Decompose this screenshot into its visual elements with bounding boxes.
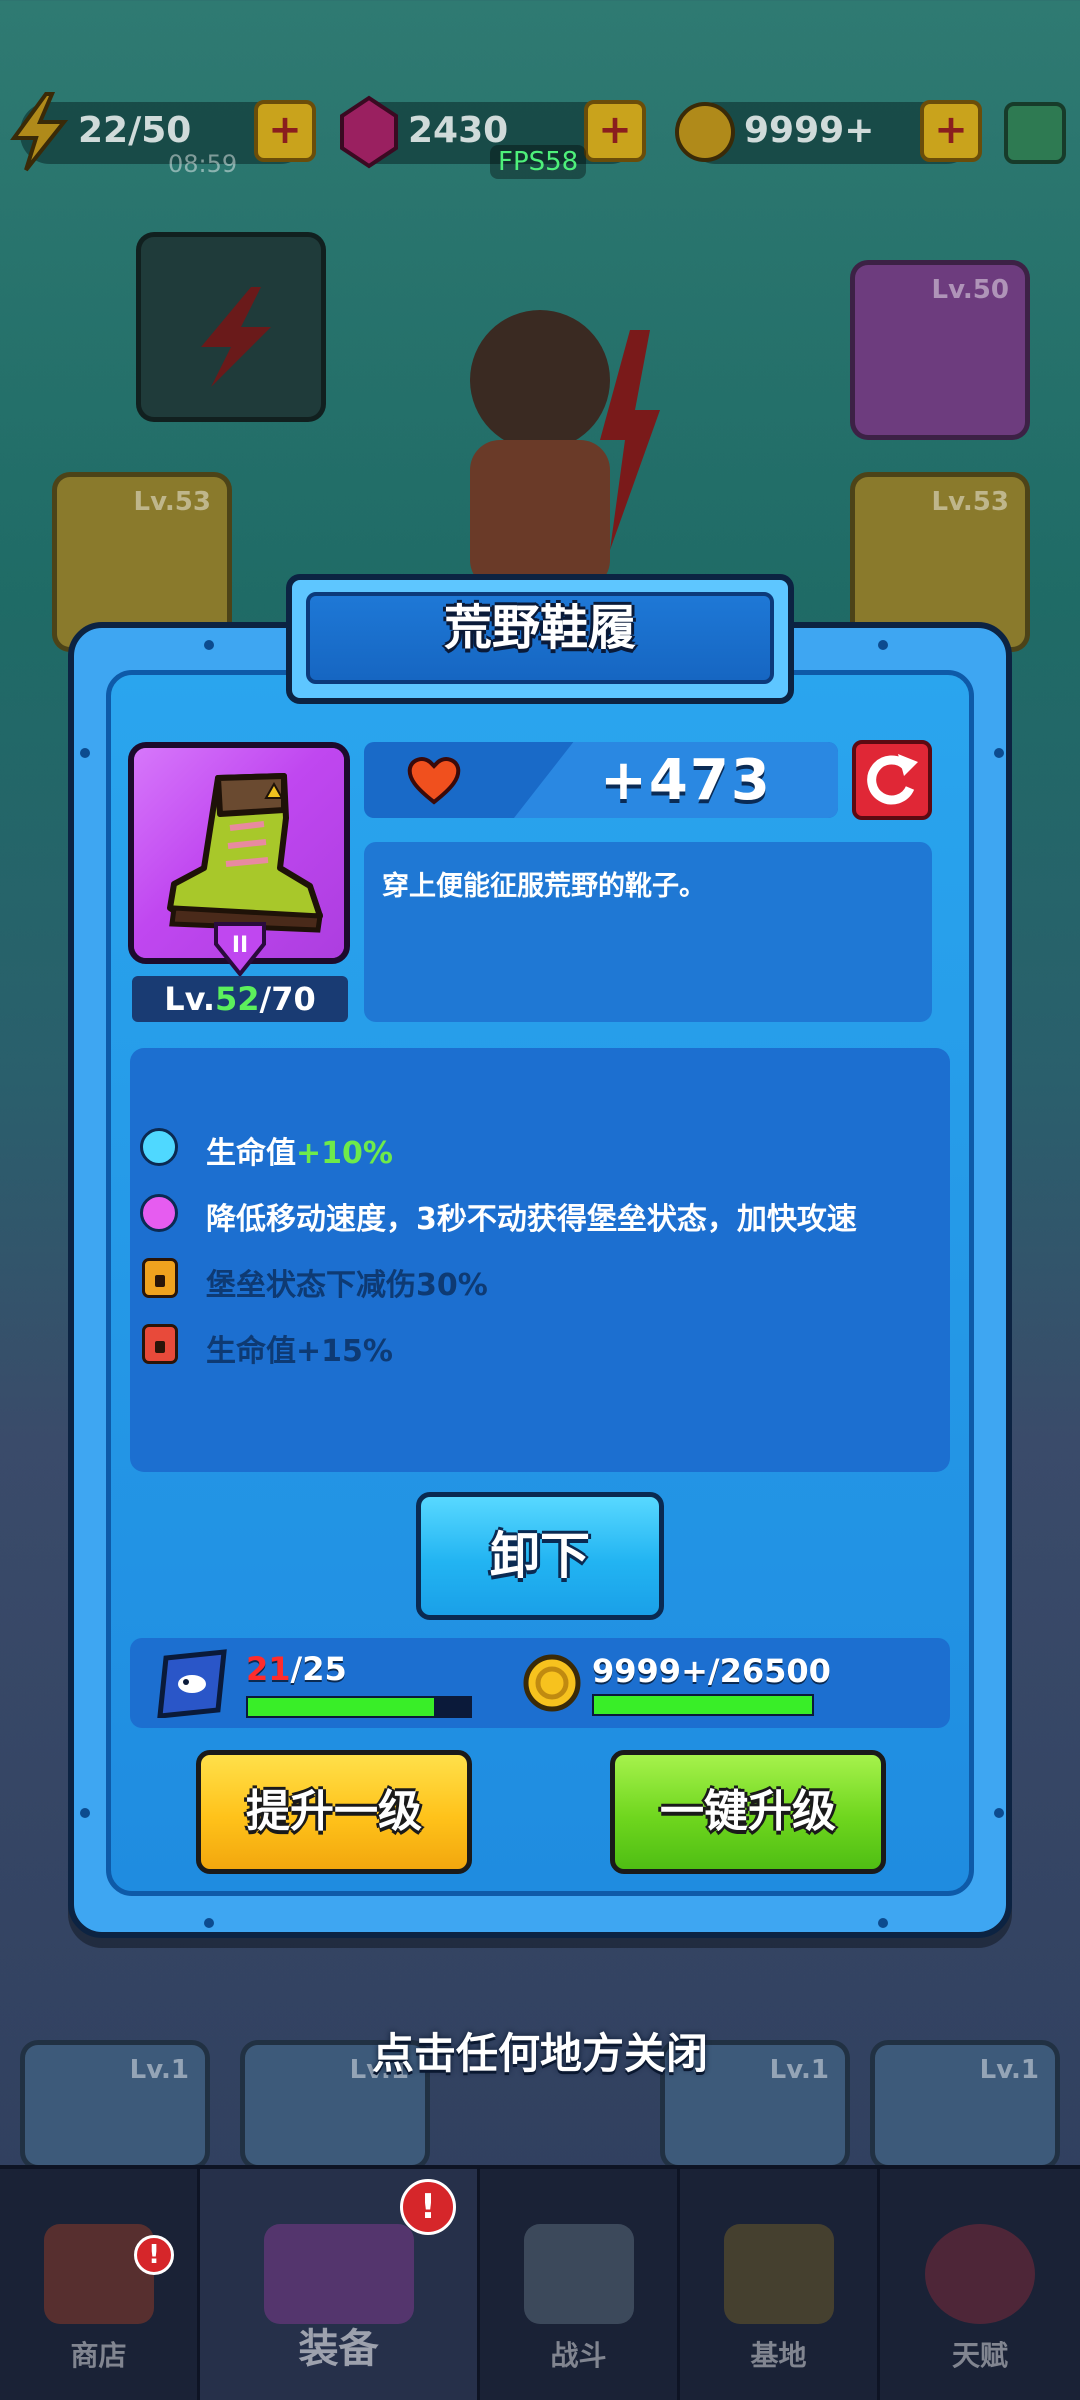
grade-badge-icon: II: [214, 922, 266, 976]
decor-rivet: [994, 1808, 1004, 1818]
gold-value: 9999+: [744, 110, 875, 151]
gold-progress-fill: [594, 1696, 812, 1714]
refresh-icon: [867, 754, 918, 805]
scroll-icon: [157, 1649, 227, 1718]
decor-rivet: [878, 640, 888, 650]
top-resource-bar: 22/50 + 08:59 2430 + FPS58 9999+ +: [0, 90, 1080, 180]
tab-base[interactable]: 基地: [680, 2169, 880, 2400]
scroll-count: 21/25: [246, 1650, 347, 1688]
building-icon: [723, 2224, 834, 2324]
item-level-current: 52: [215, 980, 260, 1018]
heart-emblem-icon: [925, 2224, 1035, 2324]
tab-battle[interactable]: 战斗: [480, 2169, 680, 2400]
weapon-slot[interactable]: [136, 232, 326, 422]
item-level: Lv.52/70: [132, 976, 348, 1022]
item-level-max: /70: [259, 980, 316, 1018]
equipment-alert-badge: !: [400, 2179, 456, 2235]
gold-coin-icon: [523, 1654, 581, 1712]
item-name: 荒野鞋履: [443, 600, 636, 656]
add-gem-button[interactable]: +: [584, 100, 646, 162]
item-description: 穿上便能征服荒野的靴子。: [382, 871, 706, 902]
add-gold-button[interactable]: +: [920, 100, 982, 162]
unequip-button[interactable]: 卸下: [416, 1492, 664, 1620]
decor-rivet: [80, 748, 90, 758]
shop-icon: [43, 2224, 154, 2324]
cyan-bullet-icon: [140, 1128, 178, 1166]
shield-button[interactable]: [1004, 102, 1066, 164]
energy-counter: 22/50 +: [10, 92, 316, 172]
energy-value: 22/50: [78, 110, 192, 151]
reroll-button[interactable]: [852, 740, 932, 820]
scroll-need: /25: [290, 1650, 347, 1688]
tab-talent[interactable]: 天赋: [880, 2169, 1080, 2400]
energy-timer: 08:59: [168, 150, 238, 178]
gold-progress-bar: [592, 1694, 814, 1716]
lightning-icon: [201, 287, 271, 387]
fps-counter: FPS58: [490, 145, 587, 179]
upgrade-max-button[interactable]: 一键升级: [610, 1750, 886, 1874]
scroll-progress-bar: [246, 1696, 472, 1718]
gold-cost: 9999+/26500: [592, 1652, 831, 1690]
decor-rivet: [80, 1808, 90, 1818]
add-energy-button[interactable]: +: [254, 100, 316, 162]
gold-counter: 9999+ +: [675, 100, 982, 164]
hero-character: [470, 310, 660, 590]
equipment-slot-armor[interactable]: Lv.50: [850, 260, 1030, 440]
shop-alert-badge: !: [134, 2235, 174, 2275]
svg-text:II: II: [232, 933, 248, 958]
equipment-icon: [263, 2224, 414, 2324]
lightning-icon: [10, 92, 69, 172]
decor-rivet: [878, 1918, 888, 1928]
lock-icon: [142, 1258, 178, 1298]
decor-rivet: [994, 748, 1004, 758]
modal-title-plate: 荒野鞋履: [286, 574, 794, 704]
decor-rivet: [204, 640, 214, 650]
gold-coin-icon: [675, 102, 735, 162]
tab-shop[interactable]: ! 商店: [0, 2169, 200, 2400]
gem-value: 2430: [408, 110, 509, 151]
crossed-swords-icon: [523, 2224, 634, 2324]
close-hint[interactable]: 点击任何地方关闭: [0, 2020, 1080, 2081]
main-stat-value: +473: [600, 748, 772, 813]
gem-icon: [340, 95, 398, 169]
attribute-panel: 生命值+10% 降低移动速度，3秒不动获得堡垒状态，加快攻速 堡垒状态下减伤30…: [130, 1048, 950, 1472]
tab-equipment[interactable]: ! 装备: [200, 2169, 480, 2400]
scroll-have: 21: [246, 1650, 291, 1688]
decor-rivet: [204, 1918, 214, 1928]
bottom-navigation: ! 商店 ! 装备 战斗 基地 天赋: [0, 2165, 1080, 2400]
lock-icon: [142, 1324, 178, 1364]
upgrade-one-level-button[interactable]: 提升一级: [196, 1750, 472, 1874]
heart-icon: [407, 757, 461, 805]
purple-bullet-icon: [140, 1194, 178, 1232]
item-description-box: 穿上便能征服荒野的靴子。: [364, 842, 932, 1022]
scroll-progress-fill: [248, 1698, 435, 1716]
